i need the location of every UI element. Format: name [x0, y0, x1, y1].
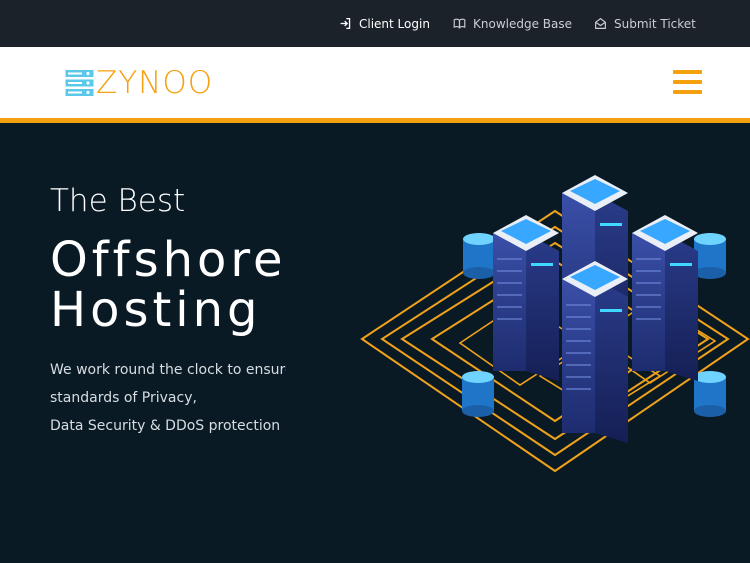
- top-utility-bar: Client Login Knowledge Base Submit Ticke…: [0, 0, 750, 47]
- hero-desc-line3: Data Security & DDoS protection: [50, 418, 281, 434]
- hero-headline-line1: Offshore: [50, 232, 286, 288]
- hero-section: The Best Offshore Hosting We work round …: [0, 123, 750, 563]
- knowledge-base-label: Knowledge Base: [473, 16, 572, 31]
- hero-headline-line2: Hosting: [50, 282, 262, 338]
- hero-desc-line1: We work round the clock to ensure: [50, 362, 286, 378]
- hero-kicker: The Best: [50, 183, 186, 219]
- brand-name: ZYNOO: [96, 65, 214, 101]
- envelope-open-icon: [595, 17, 606, 29]
- hero-desc-line2: standards of Privacy,: [50, 390, 197, 406]
- isometric-datacenter-icon: [360, 175, 750, 473]
- client-login-label: Client Login: [359, 16, 430, 31]
- knowledge-base-link[interactable]: Knowledge Base: [453, 0, 572, 47]
- client-login-link[interactable]: Client Login: [339, 0, 430, 47]
- submit-ticket-link[interactable]: Submit Ticket: [594, 0, 696, 47]
- brand-logo[interactable]: ZYNOO: [65, 65, 214, 101]
- book-icon: [453, 18, 466, 29]
- hero-headline: Offshore Hosting: [50, 235, 286, 335]
- hero-description: We work round the clock to ensure standa…: [50, 356, 286, 440]
- submit-ticket-label: Submit Ticket: [614, 16, 696, 31]
- main-navbar: ZYNOO: [0, 47, 750, 118]
- server-stack-icon: [65, 70, 94, 96]
- hero-text-block: The Best Offshore Hosting We work round …: [50, 123, 286, 563]
- hamburger-icon[interactable]: [673, 70, 702, 95]
- login-icon: [340, 17, 351, 30]
